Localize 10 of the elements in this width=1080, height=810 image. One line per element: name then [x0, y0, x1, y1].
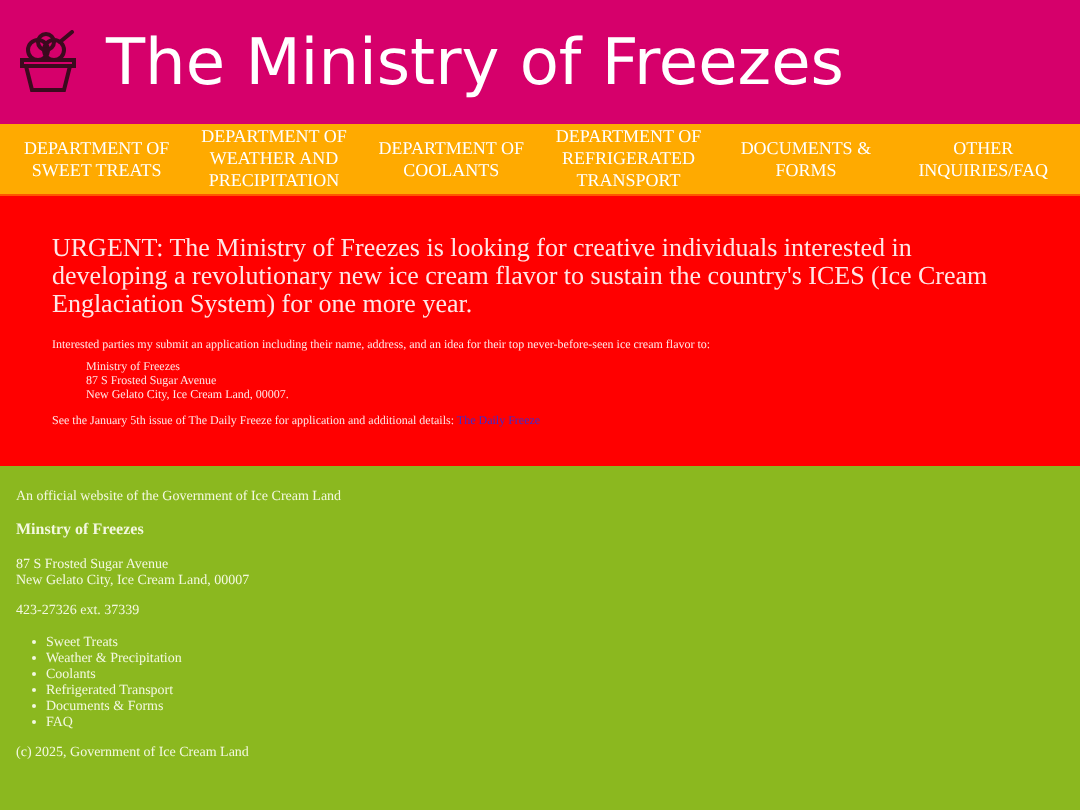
- urgent-headline: URGENT: The Ministry of Freezes is looking for creative individuals interested in developing a revolutionary new ice cream flavor to sustain the country's ICES (Ice Cream Englaciation System) for one more year.: [52, 233, 990, 317]
- nav-link[interactable]: DOCUMENTS & FORMS: [721, 137, 890, 181]
- footer-org-name: Minstry of Freezes: [16, 522, 146, 538]
- nav-link[interactable]: DEPARTMENT OF SWEET TREATS: [12, 137, 181, 181]
- nav-link[interactable]: OTHER INQUIRIES/FAQ: [899, 137, 1068, 181]
- nav-link[interactable]: DEPARTMENT OF COOLANTS: [367, 137, 536, 181]
- nav-link[interactable]: DEPARTMENT OF WEATHER AND PRECIPITATION: [189, 126, 358, 192]
- site-title: The Ministry of Freezes: [106, 30, 844, 94]
- ice-cream-cup-icon: [18, 30, 78, 94]
- nav-link[interactable]: DEPARTMENT OF REFRIGERATED TRANSPORT: [544, 126, 713, 192]
